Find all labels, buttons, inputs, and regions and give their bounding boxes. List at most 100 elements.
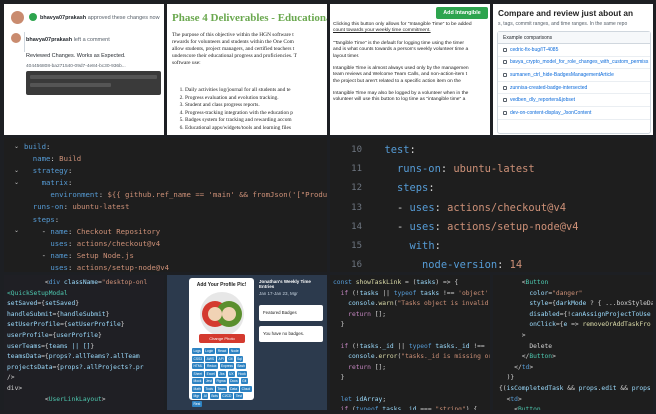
code-token: } <box>75 300 80 308</box>
code-token: ubuntu-latest <box>72 202 130 212</box>
code-token: uses <box>50 238 68 248</box>
code-token: "danger" <box>552 289 583 297</box>
test-job-yaml-editor[interactable]: 1011121314151617 test: runs-on: ubuntu-l… <box>330 138 653 272</box>
branch-icon <box>503 47 507 52</box>
code-token: userTeams <box>7 342 42 350</box>
js-editor[interactable]: const showTaskLink = (tasks) => { if (!t… <box>330 275 490 410</box>
code-token: {( <box>499 384 507 392</box>
code-token: div> <box>7 384 23 392</box>
code-token: Checkout Repository <box>76 226 161 236</box>
workflow-yaml-editor[interactable]: ⌄ ⌄ ⌄ ⌄ build: name: Build strategy: mat… <box>4 138 327 272</box>
comparison-item[interactable]: sumanen_ctrl_hide-BadgesManagementArticl… <box>498 69 650 82</box>
code-token: tasks <box>359 342 379 350</box>
jsx-editor[interactable]: <div className="desktop-onl <QuickSetupMo… <box>4 275 164 410</box>
jsx-button-editor[interactable]: <Button color="danger" style={darkMode ?… <box>493 275 653 410</box>
comparison-item[interactable]: dev-on-content-display_JsonContent <box>498 107 650 120</box>
list-item: Educational apps/widgets/tools and learn… <box>185 125 293 133</box>
line-number: 16 <box>351 260 362 271</box>
code-token: Button <box>517 406 541 410</box>
code-token: < <box>499 395 511 403</box>
code-token: with <box>409 240 435 253</box>
code-block: const showTaskLink = (tasks) => { if (!t… <box>333 278 490 410</box>
code-token: : <box>434 220 448 233</box>
list-item: Student and class progress reports. <box>185 102 293 110</box>
comment-attachment-preview[interactable] <box>26 71 161 95</box>
code-token: color <box>529 289 549 297</box>
code-token: handleSubmit <box>60 310 106 318</box>
skill-tag: Login <box>203 348 215 354</box>
comparison-item-label: vedben_dly_reporters&jobset <box>510 97 576 104</box>
code-block: <Button color="danger" style={darkMode ?… <box>499 278 653 410</box>
help-line: count towards your weekly time commitmen… <box>333 28 431 34</box>
code-token: : <box>50 154 60 164</box>
code-token: props?.allProjects?.pr <box>60 363 144 371</box>
code-token: )} <box>499 374 515 382</box>
date-range: Jan 17-Jan 23, Mgr <box>259 291 298 296</box>
add-intangible-button[interactable]: Add Intangible <box>436 7 488 19</box>
deliverables-document: Phase 4 Deliverables - Educational The p… <box>167 4 327 135</box>
code-token: > <box>101 395 106 403</box>
comparison-item-label: zunnisa-created-badge-intersected <box>510 84 588 91</box>
comparison-item[interactable]: zunnisa-created-badge-intersected <box>498 82 650 95</box>
user-avatar[interactable] <box>11 11 24 24</box>
code-line: <QuickSetupModal <box>7 289 147 300</box>
code-token: []; <box>370 363 387 371</box>
comparison-item[interactable]: bavya_crypto_model_for_role_changes_with… <box>498 57 650 70</box>
code-token: props <box>631 384 651 392</box>
help-line: the project but aren't related to a spec… <box>333 78 461 84</box>
commenter-link[interactable]: bhavya07prakash <box>26 37 72 43</box>
change-photo-button[interactable]: Change Photo <box>199 334 245 343</box>
code-token: > <box>517 395 522 403</box>
code-token: setSaved <box>7 300 38 308</box>
intangible-time-help: Add Intangible Clicking this button only… <box>330 4 490 135</box>
doc-para-line: allow students, project managers, and ce… <box>172 46 295 52</box>
fold-chevron-icon[interactable]: ⌄ <box>14 143 19 150</box>
code-token: : <box>45 142 51 151</box>
code-token: = ( <box>401 279 417 286</box>
code-line: } <box>333 373 490 384</box>
code-token: const <box>333 279 356 286</box>
code-line: strategy: <box>24 165 327 177</box>
code-line: projectsData={props?.allProjects?.pr <box>7 363 147 374</box>
code-token: ( <box>348 406 356 410</box>
comparison-item[interactable]: vedben_dly_reporters&jobset <box>498 94 650 107</box>
fold-chevron-icon[interactable]: ⌄ <box>14 179 19 186</box>
code-line: /> <box>7 373 147 384</box>
comparison-item[interactable]: cedric-fix-bug/IT-4085 <box>498 44 650 57</box>
line-number: 10 <box>351 145 362 155</box>
code-token: => <box>567 321 583 329</box>
code-line: onClick={e => removeOrAddTaskFro <box>499 320 653 331</box>
line-number: 14 <box>351 221 362 232</box>
skill-tag: Excel <box>205 370 217 377</box>
fold-chevron-icon[interactable]: ⌄ <box>14 167 19 174</box>
approver-link[interactable]: bhavya07prakash <box>40 15 86 21</box>
approval-text: approved these changes now <box>87 15 160 21</box>
list-item: Badges system for tracking and rewarding… <box>185 117 293 125</box>
code-line: if (typeof tasks._id === "string") { <box>333 405 490 410</box>
code-token: td <box>510 395 518 403</box>
commenter-avatar[interactable] <box>11 33 21 43</box>
code-line: node-version: 14 <box>372 256 578 272</box>
code-token: tasks <box>416 279 436 286</box>
code-token: uses <box>50 262 68 272</box>
code-block: <div className="desktop-onl <QuickSetupMo… <box>7 278 147 405</box>
attachment-name[interactable]: 404456808-ba271540-09d7-4e84-bc30-936b..… <box>26 64 126 69</box>
code-token: ={ <box>60 321 68 329</box>
code-token: console <box>348 353 375 361</box>
skill-tag: API <box>217 355 226 362</box>
code-line: console.error("tasks._id is missing or <box>333 352 490 363</box>
skill-tag: Logs <box>192 348 203 354</box>
code-token: 14 <box>509 259 523 272</box>
skill-tag: Node <box>229 348 241 354</box>
code-block: build: name: Build strategy: matrix: env… <box>24 141 327 272</box>
code-token: isCompletedTask <box>506 384 564 392</box>
fold-chevron-icon[interactable]: ⌄ <box>14 227 19 234</box>
code-token: tasks._id <box>378 406 417 410</box>
code-token: teamsData <box>7 353 42 361</box>
compare-title: Compare and review just about an <box>498 8 634 18</box>
doc-para-line: underscore their educational progress an… <box>172 53 297 59</box>
